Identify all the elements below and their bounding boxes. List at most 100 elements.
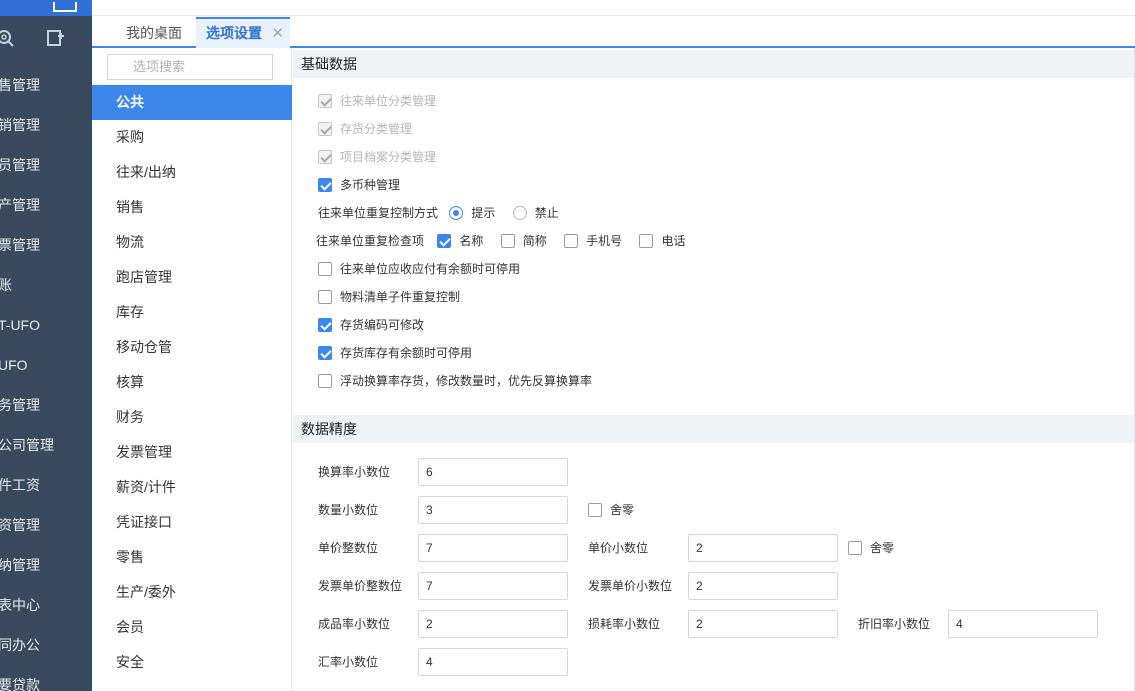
checkbox[interactable]: [318, 262, 332, 276]
sidebar-item-label: 员管理: [0, 157, 40, 173]
section-precision-title: 数据精度: [293, 415, 1135, 443]
checkbox-short-name[interactable]: [500, 234, 515, 248]
fx-label: 汇率小数位: [318, 655, 379, 669]
sidebar-item[interactable]: 资管理: [0, 505, 92, 545]
tab-my-desktop[interactable]: 我的桌面: [116, 17, 192, 48]
tab-bar: 我的桌面 选项设置 ✕: [92, 17, 1135, 48]
qty-decimal-input[interactable]: 3: [418, 496, 568, 524]
inv-price-dec-label: 发票单价小数位: [588, 579, 673, 593]
opt-floating-conversion-rate[interactable]: 浮动换算率存货，修改数量时，优先反算换算率: [318, 371, 592, 391]
depr-input[interactable]: 4: [948, 610, 1098, 638]
main-sidebar: 售管理 销管理 员管理 产管理 票管理 账 T-UFO UFO 务管理 公司管理…: [0, 0, 92, 691]
opt-bom-duplicate-control[interactable]: 物料清单子件重复控制: [318, 287, 460, 307]
option-category[interactable]: 薪资/计件: [92, 470, 292, 505]
option-category[interactable]: 核算: [92, 365, 292, 400]
sidebar-item[interactable]: 表中心: [0, 585, 92, 625]
dup-check-items: 往来单位重复检查项 名称 简称 手机号 电话: [316, 231, 685, 251]
option-category[interactable]: 财务: [92, 400, 292, 435]
close-icon[interactable]: ✕: [271, 19, 284, 48]
sidebar-menu: 售管理 销管理 员管理 产管理 票管理 账 T-UFO UFO 务管理 公司管理…: [0, 65, 92, 691]
checkbox[interactable]: [588, 503, 602, 517]
radio-prompt[interactable]: [449, 206, 464, 220]
checkbox-label: 舍零: [610, 503, 635, 517]
checkbox-label: 项目档案分类管理: [340, 150, 437, 164]
sidebar-item[interactable]: 售管理: [0, 65, 92, 105]
opt-inventory-disable-with-balance[interactable]: 存货库存有余额时可停用: [318, 343, 472, 363]
sidebar-item[interactable]: 公司管理: [0, 425, 92, 465]
sidebar-item-label: T-UFO: [0, 317, 40, 333]
opt-multi-currency[interactable]: 多币种管理: [318, 175, 400, 195]
sidebar-item[interactable]: 务管理: [0, 385, 92, 425]
sidebar-item[interactable]: 产管理: [0, 185, 92, 225]
checkbox-label: 存货编码可修改: [340, 318, 425, 332]
option-category[interactable]: 生产/委外: [92, 575, 292, 610]
options-category-list: 公共 采购 往来/出纳 销售 物流 跑店管理 库存 移动仓管 核算 财务 发票管…: [92, 85, 292, 680]
checkbox-label: 往来单位应收应付有余额时可停用: [340, 262, 521, 276]
checkbox[interactable]: [318, 290, 332, 304]
sidebar-item[interactable]: 要贷款: [0, 665, 92, 691]
sidebar-item[interactable]: 纳管理: [0, 545, 92, 585]
sidebar-item[interactable]: 销管理: [0, 105, 92, 145]
fx-input[interactable]: 4: [418, 648, 568, 676]
checkbox[interactable]: [318, 178, 332, 192]
dup-check-label: 往来单位重复检查项: [316, 234, 425, 248]
checkbox-label: 物料清单子件重复控制: [340, 290, 461, 304]
option-category[interactable]: 跑店管理: [92, 260, 292, 295]
sidebar-item-label: 表中心: [0, 597, 40, 613]
option-category[interactable]: 往来/出纳: [92, 155, 292, 190]
option-category[interactable]: 采购: [92, 120, 292, 155]
checkbox-name[interactable]: [437, 234, 452, 248]
option-category[interactable]: 物流: [92, 225, 292, 260]
price-round-checkbox[interactable]: 舍零: [848, 533, 894, 563]
sidebar-item[interactable]: 件工资: [0, 465, 92, 505]
option-category[interactable]: 会员: [92, 610, 292, 645]
checkbox[interactable]: [318, 374, 332, 388]
checkbox-phone[interactable]: [639, 234, 654, 248]
price-int-input[interactable]: 7: [418, 534, 568, 562]
sidebar-item[interactable]: 员管理: [0, 145, 92, 185]
qty-decimal-label: 数量小数位: [318, 503, 379, 517]
checkbox[interactable]: [848, 541, 862, 555]
option-search-input[interactable]: 选项搜索: [107, 54, 273, 80]
checkbox[interactable]: [318, 318, 332, 332]
option-category-public[interactable]: 公共: [92, 85, 292, 120]
sidebar-item[interactable]: UFO: [0, 345, 92, 385]
loss-input[interactable]: 2: [688, 610, 838, 638]
checkbox[interactable]: [318, 346, 332, 360]
sidebar-item-label: 务管理: [0, 397, 40, 413]
top-header: [92, 0, 1135, 16]
dup-control-label: 往来单位重复控制方式: [318, 206, 439, 220]
sidebar-item-label: UFO: [0, 357, 28, 373]
opt-partner-disable-with-balance[interactable]: 往来单位应收应付有余额时可停用: [318, 259, 520, 279]
tab-options-settings[interactable]: 选项设置 ✕: [196, 17, 290, 48]
yield-input[interactable]: 2: [418, 610, 568, 638]
inv-price-int-input[interactable]: 7: [418, 572, 568, 600]
sidebar-item[interactable]: 账: [0, 265, 92, 305]
checkbox-mobile[interactable]: [564, 234, 579, 248]
option-category[interactable]: 销售: [92, 190, 292, 225]
radio-forbid[interactable]: [512, 206, 527, 220]
sidebar-item-label: 票管理: [0, 237, 40, 253]
yield-label: 成品率小数位: [318, 617, 391, 631]
opt-partner-category-mgmt: 往来单位分类管理: [318, 91, 436, 111]
inv-price-dec-input[interactable]: 2: [688, 572, 838, 600]
price-dec-input[interactable]: 2: [688, 534, 838, 562]
inv-price-int-label: 发票单价整数位: [318, 579, 403, 593]
sidebar-item-label: 要贷款: [0, 677, 40, 691]
option-category[interactable]: 安全: [92, 645, 292, 680]
sidebar-item[interactable]: 同办公: [0, 625, 92, 665]
sidebar-item[interactable]: T-UFO: [0, 305, 92, 345]
option-category[interactable]: 零售: [92, 540, 292, 575]
conv-rate-input[interactable]: 6: [418, 458, 568, 486]
option-category[interactable]: 发票管理: [92, 435, 292, 470]
option-category[interactable]: 凭证接口: [92, 505, 292, 540]
qty-round-checkbox[interactable]: 舍零: [588, 495, 634, 525]
sidebar-item-label: 产管理: [0, 197, 40, 213]
option-category[interactable]: 库存: [92, 295, 292, 330]
add-page-icon[interactable]: [45, 28, 65, 48]
opt-inventory-code-editable[interactable]: 存货编码可修改: [318, 315, 424, 335]
sidebar-item-label: 账: [0, 277, 12, 293]
option-category[interactable]: 移动仓管: [92, 330, 292, 365]
sidebar-item[interactable]: 票管理: [0, 225, 92, 265]
search-icon[interactable]: [0, 28, 16, 48]
